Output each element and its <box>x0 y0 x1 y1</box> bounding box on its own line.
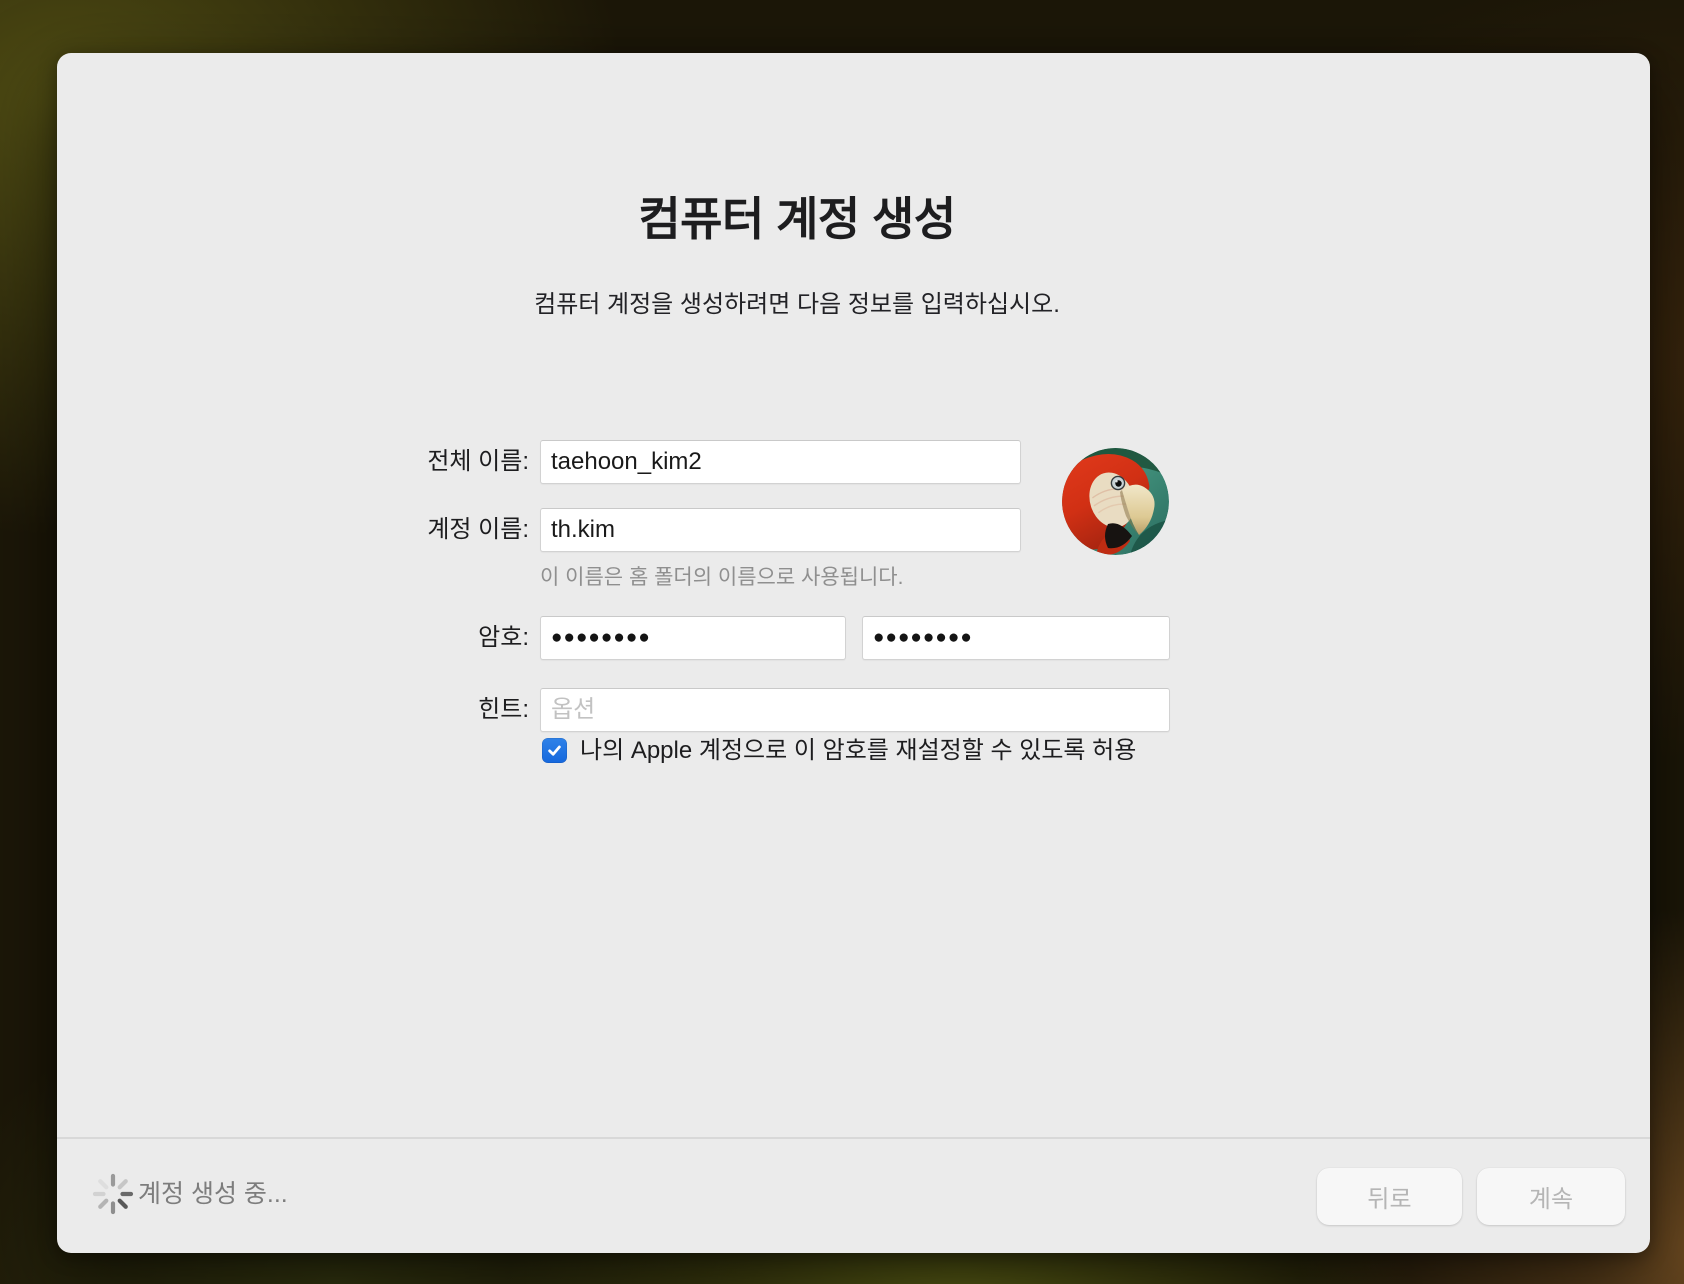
password-input[interactable] <box>540 616 846 660</box>
continue-button[interactable]: 계속 <box>1477 1168 1625 1225</box>
page-subtitle: 컴퓨터 계정을 생성하려면 다음 정보를 입력하십시오. <box>57 284 1537 319</box>
password-label: 암호: <box>177 616 529 660</box>
password-verify-input[interactable] <box>862 616 1170 660</box>
status-text: 계정 생성 중... <box>138 1172 288 1216</box>
hint-label: 힌트: <box>177 688 529 732</box>
full-name-label: 전체 이름: <box>177 440 529 484</box>
checkmark-icon <box>546 742 563 759</box>
spinner-icon <box>91 1172 135 1216</box>
full-name-input[interactable] <box>540 440 1021 484</box>
setup-window: 컴퓨터 계정 생성 컴퓨터 계정을 생성하려면 다음 정보를 입력하십시오. 전… <box>57 53 1650 1253</box>
apple-reset-checkbox[interactable] <box>542 738 567 763</box>
desktop-background: { "window": { "title": "컴퓨터 계정 생성", "sub… <box>0 0 1684 1284</box>
user-avatar <box>1062 448 1169 555</box>
parrot-avatar-image <box>1062 448 1169 555</box>
page-title: 컴퓨터 계정 생성 <box>57 183 1537 249</box>
hint-input[interactable] <box>540 688 1170 732</box>
back-button[interactable]: 뒤로 <box>1317 1168 1462 1225</box>
account-name-input[interactable] <box>540 508 1021 552</box>
account-name-helper: 이 이름은 홈 폴더의 이름으로 사용됩니다. <box>540 561 903 591</box>
account-name-label: 계정 이름: <box>177 508 529 552</box>
apple-reset-checkbox-label: 나의 Apple 계정으로 이 암호를 재설정할 수 있도록 허용 <box>580 738 1280 764</box>
footer-divider <box>57 1137 1650 1139</box>
